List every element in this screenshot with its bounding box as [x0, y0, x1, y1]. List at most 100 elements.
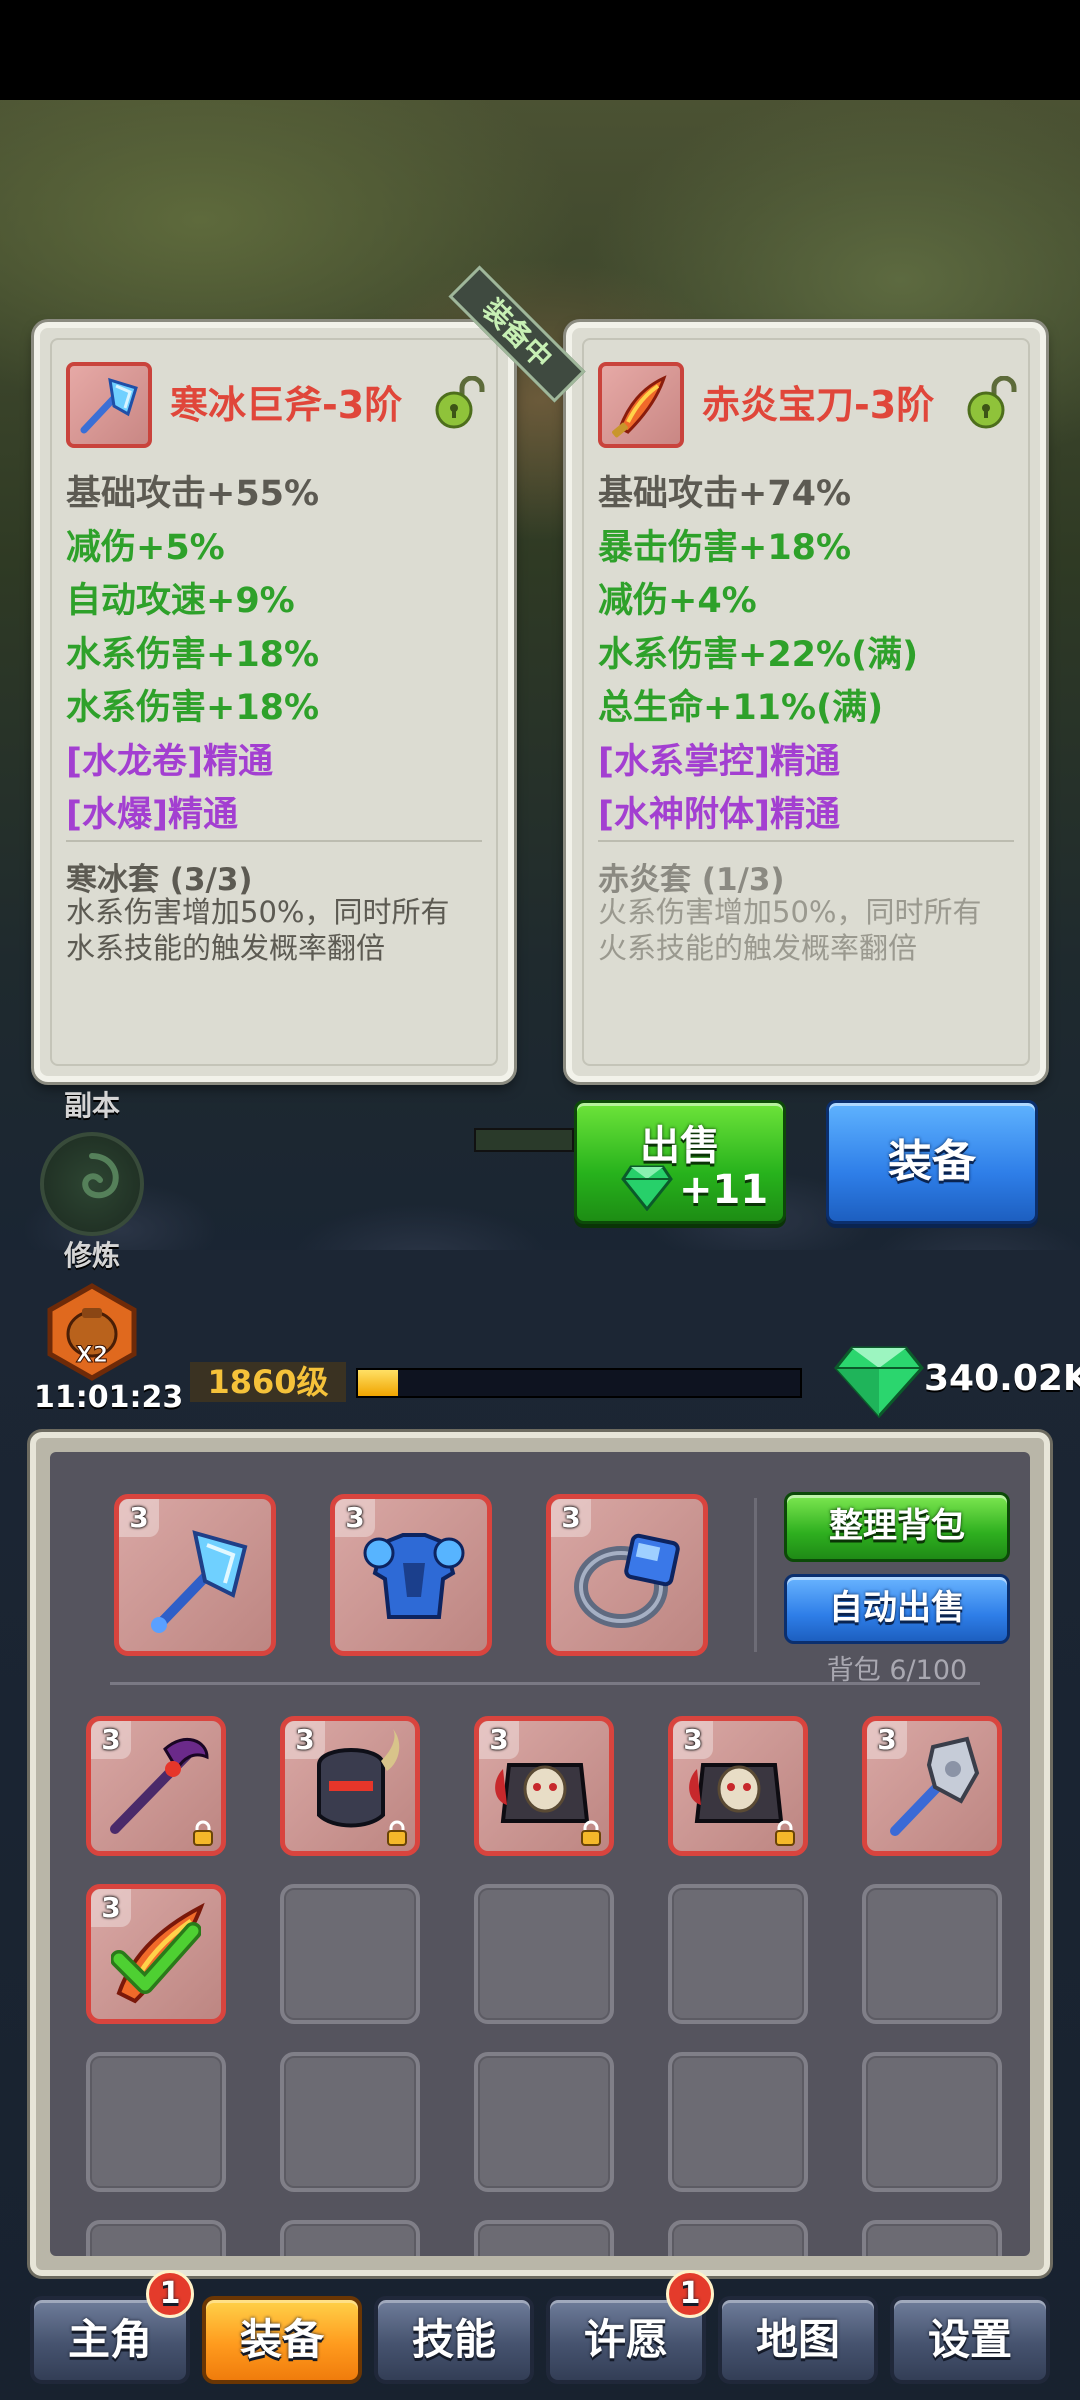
sort-bag-button[interactable]: 整理背包 — [784, 1492, 1010, 1562]
stat-list: 基础攻击+55% 减伤+5% 自动攻速+9% 水系伤害+18% 水系伤害+18%… — [66, 468, 488, 843]
lock-icon — [387, 1820, 407, 1846]
empty-slot[interactable] — [280, 1884, 420, 2024]
stat-line: 基础攻击+55% — [66, 474, 320, 514]
silver-mace-icon — [890, 1736, 980, 1836]
inventory-item[interactable]: 3 — [86, 1884, 226, 2024]
equipped-weapon-slot[interactable]: 3 — [114, 1494, 276, 1656]
gem-icon — [621, 1165, 673, 1212]
tab-wish[interactable]: 许愿 1 — [546, 2270, 714, 2384]
equipped-item-card: 寒冰巨斧-3阶 基础攻击+55% 减伤+5% 自动攻速+9% 水系伤害+18% … — [34, 322, 514, 1082]
sell-button[interactable]: 出售 +11 — [574, 1100, 786, 1224]
tab-hero[interactable]: 主角 1 — [30, 2270, 194, 2384]
stat-line: [水神附体]精通 — [598, 795, 840, 835]
equipped-armor-slot[interactable]: 3 — [330, 1494, 492, 1656]
empty-slot[interactable] — [280, 2220, 420, 2256]
empty-slot[interactable] — [474, 2220, 614, 2256]
empty-slot[interactable] — [668, 2220, 808, 2256]
bag-multiplier: X2 — [76, 1343, 108, 1368]
ice-axe-icon — [66, 362, 152, 448]
inventory-item[interactable]: 3 — [668, 1716, 808, 1856]
player-level: 1860级 — [190, 1362, 346, 1402]
tab-label: 装备 — [239, 2315, 324, 2364]
stat-line: 水系伤害+18% — [66, 634, 320, 675]
empty-slot[interactable] — [862, 2052, 1002, 2192]
set-description: 火系伤害增加50%，同时所有火系技能的触发概率翻倍 — [598, 895, 982, 965]
lock-icon — [775, 1820, 795, 1846]
empty-slot[interactable] — [862, 1884, 1002, 2024]
double-bag-icon[interactable]: X2 — [42, 1282, 142, 1382]
notification-badge: 1 — [146, 2270, 194, 2318]
ice-axe-icon — [151, 1530, 248, 1633]
tab-label: 许愿 — [583, 2315, 668, 2364]
gem-balance: 340.02K — [924, 1358, 1080, 1399]
set-name: 寒冰套 (3/3) — [66, 862, 253, 898]
sell-label: 出售 — [640, 1123, 720, 1169]
lock-icon — [193, 1820, 213, 1846]
card-header: 赤炎宝刀-3阶 — [598, 362, 1020, 452]
empty-slot[interactable] — [668, 1884, 808, 2024]
tab-map[interactable]: 地图 — [718, 2296, 878, 2384]
set-description: 水系伤害增加50%，同时所有水系技能的触发概率翻倍 — [66, 895, 450, 965]
item-title: 赤炎宝刀-3阶 — [702, 383, 935, 427]
inventory-item[interactable]: 3 — [280, 1716, 420, 1856]
empty-slot[interactable] — [474, 1884, 614, 2024]
stat-line: 水系伤害+18% — [66, 688, 320, 728]
unlock-icon[interactable] — [964, 376, 1020, 432]
notification-badge: 1 — [666, 2270, 714, 2318]
blue-armor-icon — [363, 1533, 465, 1619]
inventory-item[interactable]: 3 — [862, 1716, 1002, 1856]
empty-slot[interactable] — [86, 2052, 226, 2192]
stat-list: 基础攻击+74% 暴击伤害+18% 减伤+4% 水系伤害+22%(满) 总生命+… — [598, 468, 1020, 843]
unlock-icon[interactable] — [432, 376, 488, 432]
item-title: 寒冰巨斧-3阶 — [170, 383, 403, 427]
inventory-panel: 3 3 3 整理背包 自动出售 背包 6/100 3 3 3 3 3 3 — [30, 1432, 1050, 2276]
stat-line: 减伤+4% — [598, 581, 757, 621]
dungeon-label[interactable]: 副本 — [64, 1084, 120, 1124]
tab-label: 技能 — [411, 2315, 496, 2364]
card-header: 寒冰巨斧-3阶 — [66, 362, 488, 452]
xp-bar — [356, 1368, 802, 1398]
stat-line: 自动攻速+9% — [66, 581, 295, 621]
empty-slot[interactable] — [280, 2052, 420, 2192]
sapphire-ring-icon — [574, 1533, 680, 1628]
stat-line: [水龙卷]精通 — [66, 741, 273, 782]
inventory-item[interactable]: 3 — [86, 1716, 226, 1856]
enemy-hp-bar — [474, 1128, 574, 1152]
fire-blade-icon — [598, 362, 684, 448]
inventory-grid: 3 3 3 整理背包 自动出售 背包 6/100 3 3 3 3 3 3 — [50, 1452, 1030, 2256]
equipped-ring-slot[interactable]: 3 — [546, 1494, 708, 1656]
selected-item-card: 赤炎宝刀-3阶 基础攻击+74% 暴击伤害+18% 减伤+4% 水系伤害+22%… — [566, 322, 1046, 1082]
set-name: 赤炎套 (1/3) — [598, 862, 785, 898]
cultivate-icon[interactable] — [40, 1132, 144, 1236]
divider — [66, 840, 482, 842]
empty-slot[interactable] — [474, 2052, 614, 2192]
tab-skills[interactable]: 技能 — [374, 2296, 534, 2384]
tab-equipment[interactable]: 装备 — [202, 2296, 362, 2384]
cultivate-label[interactable]: 修炼 — [64, 1234, 120, 1274]
vertical-divider — [754, 1498, 757, 1652]
empty-slot[interactable] — [86, 2220, 226, 2256]
stat-line: 减伤+5% — [66, 527, 225, 568]
stat-line: 水系伤害+22%(满) — [598, 634, 919, 675]
stat-line: 基础攻击+74% — [598, 474, 852, 514]
empty-slot[interactable] — [668, 2052, 808, 2192]
stat-line: [水爆]精通 — [66, 795, 238, 835]
tab-settings[interactable]: 设置 — [890, 2296, 1050, 2384]
boost-timer: 11:01:23 — [34, 1380, 184, 1415]
gem-icon — [834, 1346, 924, 1419]
sell-price: +11 — [621, 1165, 768, 1215]
stat-line: 总生命+11%(满) — [598, 688, 884, 728]
tab-label: 设置 — [927, 2315, 1012, 2364]
bottom-nav: 主角 1 装备 技能 许愿 1 地图 设置 — [0, 2270, 1080, 2400]
tab-label: 地图 — [755, 2315, 840, 2364]
divider — [110, 1682, 980, 1685]
stat-line: [水系掌控]精通 — [598, 741, 840, 782]
lock-icon — [581, 1820, 601, 1846]
inventory-item[interactable]: 3 — [474, 1716, 614, 1856]
empty-slot[interactable] — [862, 2220, 1002, 2256]
auto-sell-button[interactable]: 自动出售 — [784, 1574, 1010, 1644]
check-icon — [111, 1922, 201, 1994]
tab-label: 主角 — [67, 2315, 152, 2364]
stat-line: 暴击伤害+18% — [598, 527, 852, 568]
equip-button[interactable]: 装备 — [826, 1100, 1038, 1224]
